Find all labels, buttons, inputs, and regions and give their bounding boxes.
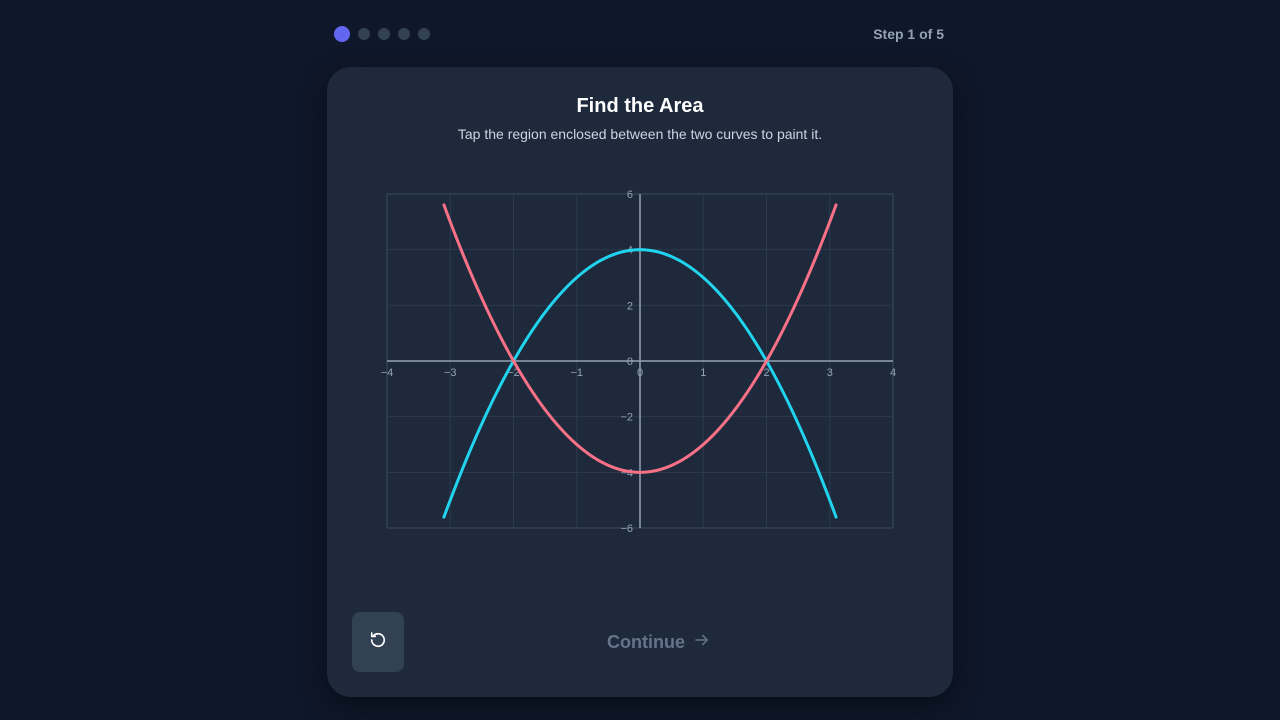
reset-icon — [368, 630, 388, 655]
x-tick-label: 0 — [637, 367, 643, 379]
x-tick-label: −4 — [381, 367, 394, 379]
card-title: Find the Area — [576, 95, 704, 117]
card-subtitle: Tap the region enclosed between the two … — [457, 126, 823, 142]
exercise-card: Find the Area Tap the region enclosed be… — [327, 67, 953, 697]
x-tick-label: −3 — [444, 367, 457, 379]
x-tick-label: 2 — [763, 367, 769, 379]
progress-dot — [418, 28, 430, 40]
progress-dot — [358, 28, 370, 40]
step-label: Step 1 of 5 — [873, 26, 944, 42]
y-tick-label: −6 — [620, 523, 633, 535]
x-tick-label: 4 — [890, 367, 896, 379]
continue-button[interactable]: Continue — [607, 627, 711, 657]
x-tick-label: 3 — [827, 367, 833, 379]
progress-dot — [378, 28, 390, 40]
x-tick-label: −1 — [570, 367, 583, 379]
continue-label: Continue — [607, 631, 685, 652]
function-plot[interactable]: −4 −3 −2 −1 0 1 2 3 4 6 4 2 0 −2 −4 −6 — [377, 184, 903, 541]
y-tick-label: 0 — [627, 356, 633, 368]
y-tick-label: −2 — [620, 412, 633, 424]
plot-svg[interactable]: −4 −3 −2 −1 0 1 2 3 46420−2−4−6 — [377, 184, 903, 541]
progress-dot — [398, 28, 410, 40]
reset-button[interactable] — [352, 612, 404, 672]
progress-indicator: Step 1 of 5 — [334, 26, 946, 42]
y-tick-label: 2 — [627, 300, 633, 312]
arrow-right-icon — [693, 631, 711, 654]
progress-dot-active — [334, 26, 350, 42]
y-tick-label: 6 — [627, 189, 633, 201]
x-tick-label: 1 — [700, 367, 706, 379]
